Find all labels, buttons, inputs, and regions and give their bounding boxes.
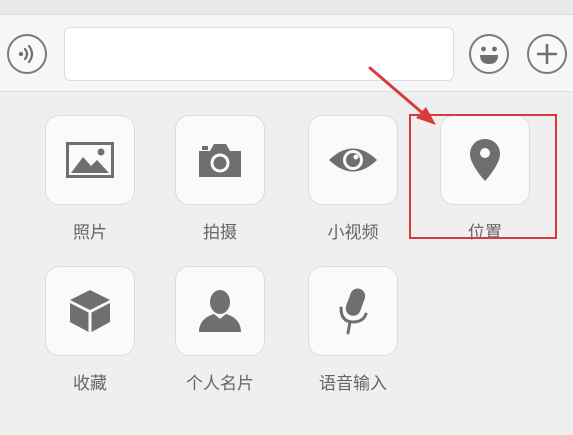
emoji-button[interactable] (469, 34, 509, 74)
person-icon (199, 290, 241, 332)
plus-icon (537, 44, 557, 64)
tile-voice-input[interactable]: 语音输入 (306, 266, 400, 394)
annotation-arrow-icon (368, 66, 436, 125)
tile-favorites-label: 收藏 (73, 374, 107, 394)
cube-icon (70, 290, 110, 332)
tile-camera-box[interactable] (175, 115, 265, 205)
chat-input-bar (0, 14, 573, 92)
tile-contact-card-label: 个人名片 (186, 374, 254, 394)
voice-button[interactable] (7, 34, 47, 74)
tile-photo[interactable]: 照片 (43, 115, 137, 243)
tile-photo-box[interactable] (45, 115, 135, 205)
tile-camera-label: 拍摄 (203, 223, 237, 243)
top-strip (0, 0, 573, 14)
tile-camera[interactable]: 拍摄 (173, 115, 267, 243)
tile-photo-label: 照片 (73, 223, 107, 243)
more-button[interactable] (527, 34, 567, 74)
emoji-icon (480, 46, 498, 64)
eye-icon (329, 148, 377, 172)
tile-video-label: 小视频 (327, 223, 379, 243)
microphone-icon (339, 288, 368, 335)
chat-extension-panel: 照片 拍摄 小视频 位置 收藏 个人名片 语音输入 (0, 0, 573, 435)
tile-contact-card-box[interactable] (175, 266, 265, 356)
tile-favorites[interactable]: 收藏 (43, 266, 137, 394)
tile-voice-input-box[interactable] (308, 266, 398, 356)
tile-favorites-box[interactable] (45, 266, 135, 356)
tile-voice-input-label: 语音输入 (319, 374, 387, 394)
photo-icon (66, 142, 114, 178)
tile-contact-card[interactable]: 个人名片 (173, 266, 267, 394)
voice-icon (18, 44, 34, 64)
camera-icon (199, 144, 241, 177)
